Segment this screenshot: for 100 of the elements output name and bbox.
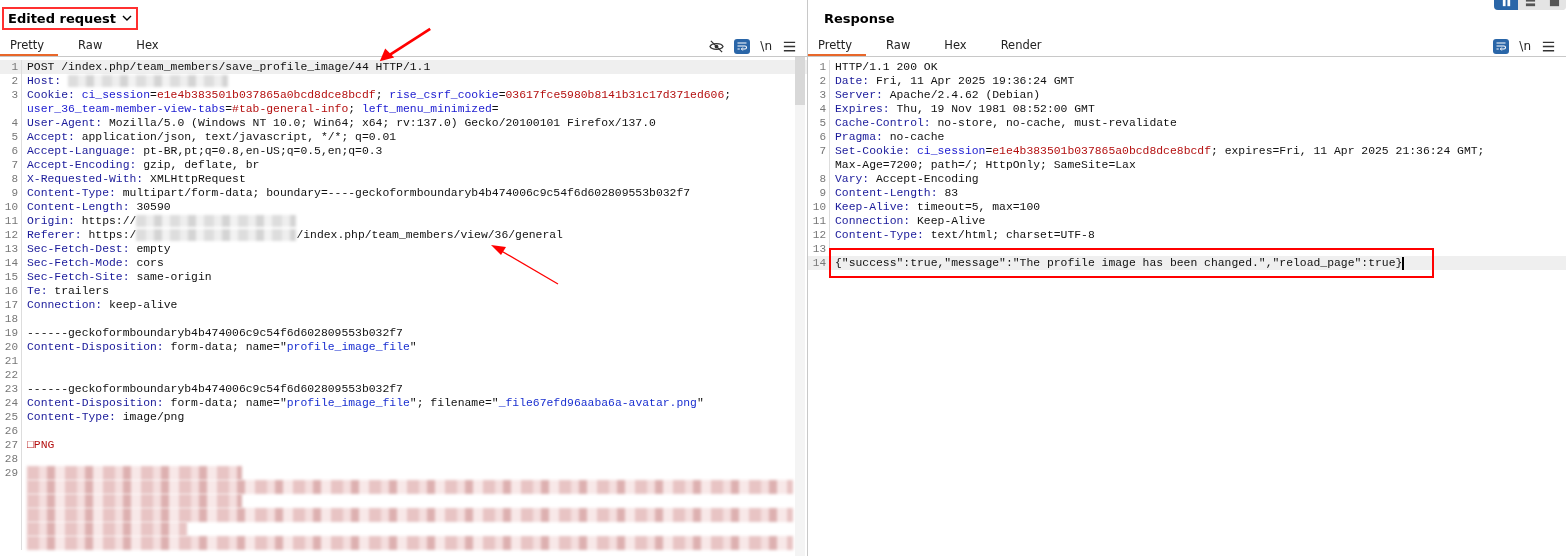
code-line: Set-Cookie: ci_session=e1e4b383501b037865a0bcd8dce8bcdf; expires=Fri, 11 Apr 2025 21:36:24 GMT; — [835, 144, 1485, 158]
newline-toggle[interactable]: \n — [760, 39, 772, 53]
line-number: 6 — [0, 144, 22, 158]
tab[interactable]: Pretty — [0, 36, 59, 56]
code-line: POST /index.php/team_members/save_profile_image/44 HTTP/1.1 — [27, 60, 431, 74]
code-line: Te: trailers — [27, 284, 110, 298]
arrow-annotation — [378, 27, 432, 63]
wrap-toggle[interactable] — [734, 38, 751, 54]
code-line: Origin: https:// — [27, 214, 297, 228]
code-line: Server: Apache/2.4.62 (Debian) — [835, 88, 1041, 102]
tab[interactable]: Hex — [126, 36, 173, 56]
line-number: 20 — [0, 340, 22, 354]
code-line: Pragma: no-cache — [835, 130, 945, 144]
line-number: 22 — [0, 368, 22, 382]
line-number: 1 — [808, 60, 830, 74]
pane-title: Response — [823, 9, 896, 28]
code-line: Sec-Fetch-Mode: cors — [27, 256, 164, 270]
line-number: 26 — [0, 424, 22, 438]
line-number: 11 — [808, 214, 830, 228]
code-line: {"success":true,"message":"The profile image has been changed.","reload_page":true} — [835, 256, 1405, 270]
eye-slash-icon[interactable] — [709, 38, 725, 54]
line-number: 14 — [0, 256, 22, 270]
line-number: 4 — [808, 102, 830, 116]
code-line: Sec-Fetch-Dest: empty — [27, 242, 171, 256]
code-line: Expires: Thu, 19 Nov 1981 08:52:00 GMT — [835, 102, 1095, 116]
code-line: Cookie: ci_session=e1e4b383501b037865a0bcd8dce8bcdf; rise_csrf_cookie=03617fce5980b8141b31c17d371ed606; — [27, 88, 732, 102]
code-line: Content-Length: 30590 — [27, 200, 171, 214]
line-number: 15 — [0, 270, 22, 284]
line-number: 14 — [808, 256, 830, 270]
tab[interactable]: Render — [990, 36, 1056, 56]
code-line: User-Agent: Mozilla/5.0 (Windows NT 10.0; Win64; x64; rv:137.0) Gecko/20100101 Firefox/137.0 — [27, 116, 656, 130]
chevron-down-icon — [122, 15, 133, 21]
line-number: 18 — [0, 312, 22, 326]
tab[interactable]: Raw — [876, 36, 925, 56]
code-line: Content-Type: multipart/form-data; boundary=----geckoformboundaryb4b474006c9c54f6d602809553b032f7 — [27, 186, 691, 200]
code-line: Content-Type: text/html; charset=UTF-8 — [835, 228, 1095, 242]
code-line: Connection: Keep-Alive — [835, 214, 986, 228]
line-number: 17 — [0, 298, 22, 312]
tab[interactable]: Raw — [68, 36, 117, 56]
newline-toggle[interactable]: \n — [1519, 39, 1531, 53]
line-number: 19 — [0, 326, 22, 340]
code-line: Keep-Alive: timeout=5, max=100 — [835, 200, 1041, 214]
code-line: Referer: https:/ /index.php/team_members/view/36/general — [27, 228, 563, 242]
code-line: X-Requested-With: XMLHttpRequest — [27, 172, 246, 186]
line-number: 21 — [0, 354, 22, 368]
code-line: Connection: keep-alive — [27, 298, 178, 312]
line-number: 24 — [0, 396, 22, 410]
line-number: 2 — [808, 74, 830, 88]
line-number: 10 — [808, 200, 830, 214]
code-line: Max-Age=7200; path=/; HttpOnly; SameSite=Lax — [835, 158, 1136, 172]
code-line: Content-Length: 83 — [835, 186, 959, 200]
line-number: 5 — [808, 116, 830, 130]
code-line: □PNG — [27, 438, 55, 452]
code-line: Cache-Control: no-store, no-cache, must-revalidate — [835, 116, 1177, 130]
line-number: 29 — [0, 466, 22, 550]
line-number: 28 — [0, 452, 22, 466]
line-number: 6 — [808, 130, 830, 144]
code-line: Accept-Encoding: gzip, deflate, br — [27, 158, 260, 172]
line-number: 9 — [808, 186, 830, 200]
line-number: 16 — [0, 284, 22, 298]
code-line: HTTP/1.1 200 OK — [835, 60, 938, 74]
line-number: 25 — [0, 410, 22, 424]
request-dropdown[interactable]: Edited request — [2, 6, 139, 30]
line-number: 23 — [0, 382, 22, 396]
line-number: 3 — [808, 88, 830, 102]
code-line: ------geckoformboundaryb4b474006c9c54f6d602809553b032f7 — [27, 382, 403, 396]
line-number: 11 — [0, 214, 22, 228]
code-line: Content-Disposition: form-data; name="profile_image_file"; filename="_file67efd96aaba6a-avatar.png" — [27, 396, 704, 410]
code-line: Sec-Fetch-Site: same-origin — [27, 270, 212, 284]
line-number: 8 — [0, 172, 22, 186]
arrow-annotation — [490, 244, 560, 286]
line-number: 8 — [808, 172, 830, 186]
code-line: Accept-Language: pt-BR,pt;q=0.8,en-US;q=0.5,en;q=0.3 — [27, 144, 383, 158]
line-number: 10 — [0, 200, 22, 214]
line-number: 1 — [0, 60, 22, 74]
line-number: 12 — [808, 228, 830, 242]
rows-icon — [1524, 0, 1536, 8]
line-number: 9 — [0, 186, 22, 200]
code-line: Vary: Accept-Encoding — [835, 172, 979, 186]
line-number: 5 — [0, 130, 22, 144]
line-number: 3 — [0, 88, 22, 116]
line-number: 13 — [0, 242, 22, 256]
code-line: Accept: application/json, text/javascript, */*; q=0.01 — [27, 130, 397, 144]
code-line: Content-Type: image/png — [27, 410, 185, 424]
code-line: Host: — [27, 74, 228, 88]
code-line: Date: Fri, 11 Apr 2025 19:36:24 GMT — [835, 74, 1075, 88]
code-line: Content-Disposition: form-data; name="profile_image_file" — [27, 340, 417, 354]
code-line: ------geckoformboundaryb4b474006c9c54f6d602809553b032f7 — [27, 326, 403, 340]
code-line: user_36_team-member-view-tabs=#tab-general-info; left_menu_minimized= — [27, 102, 499, 116]
line-number: 2 — [0, 74, 22, 88]
tab[interactable]: Pretty — [808, 36, 867, 56]
line-number: 7 — [0, 158, 22, 172]
line-number: 27 — [0, 438, 22, 452]
tab[interactable]: Hex — [934, 36, 981, 56]
wrap-toggle[interactable] — [1493, 38, 1510, 54]
scrollbar[interactable] — [795, 57, 805, 556]
line-number: 12 — [0, 228, 22, 242]
line-number: 7 — [808, 144, 830, 172]
line-number: 4 — [0, 116, 22, 130]
columns-icon — [1500, 0, 1512, 8]
